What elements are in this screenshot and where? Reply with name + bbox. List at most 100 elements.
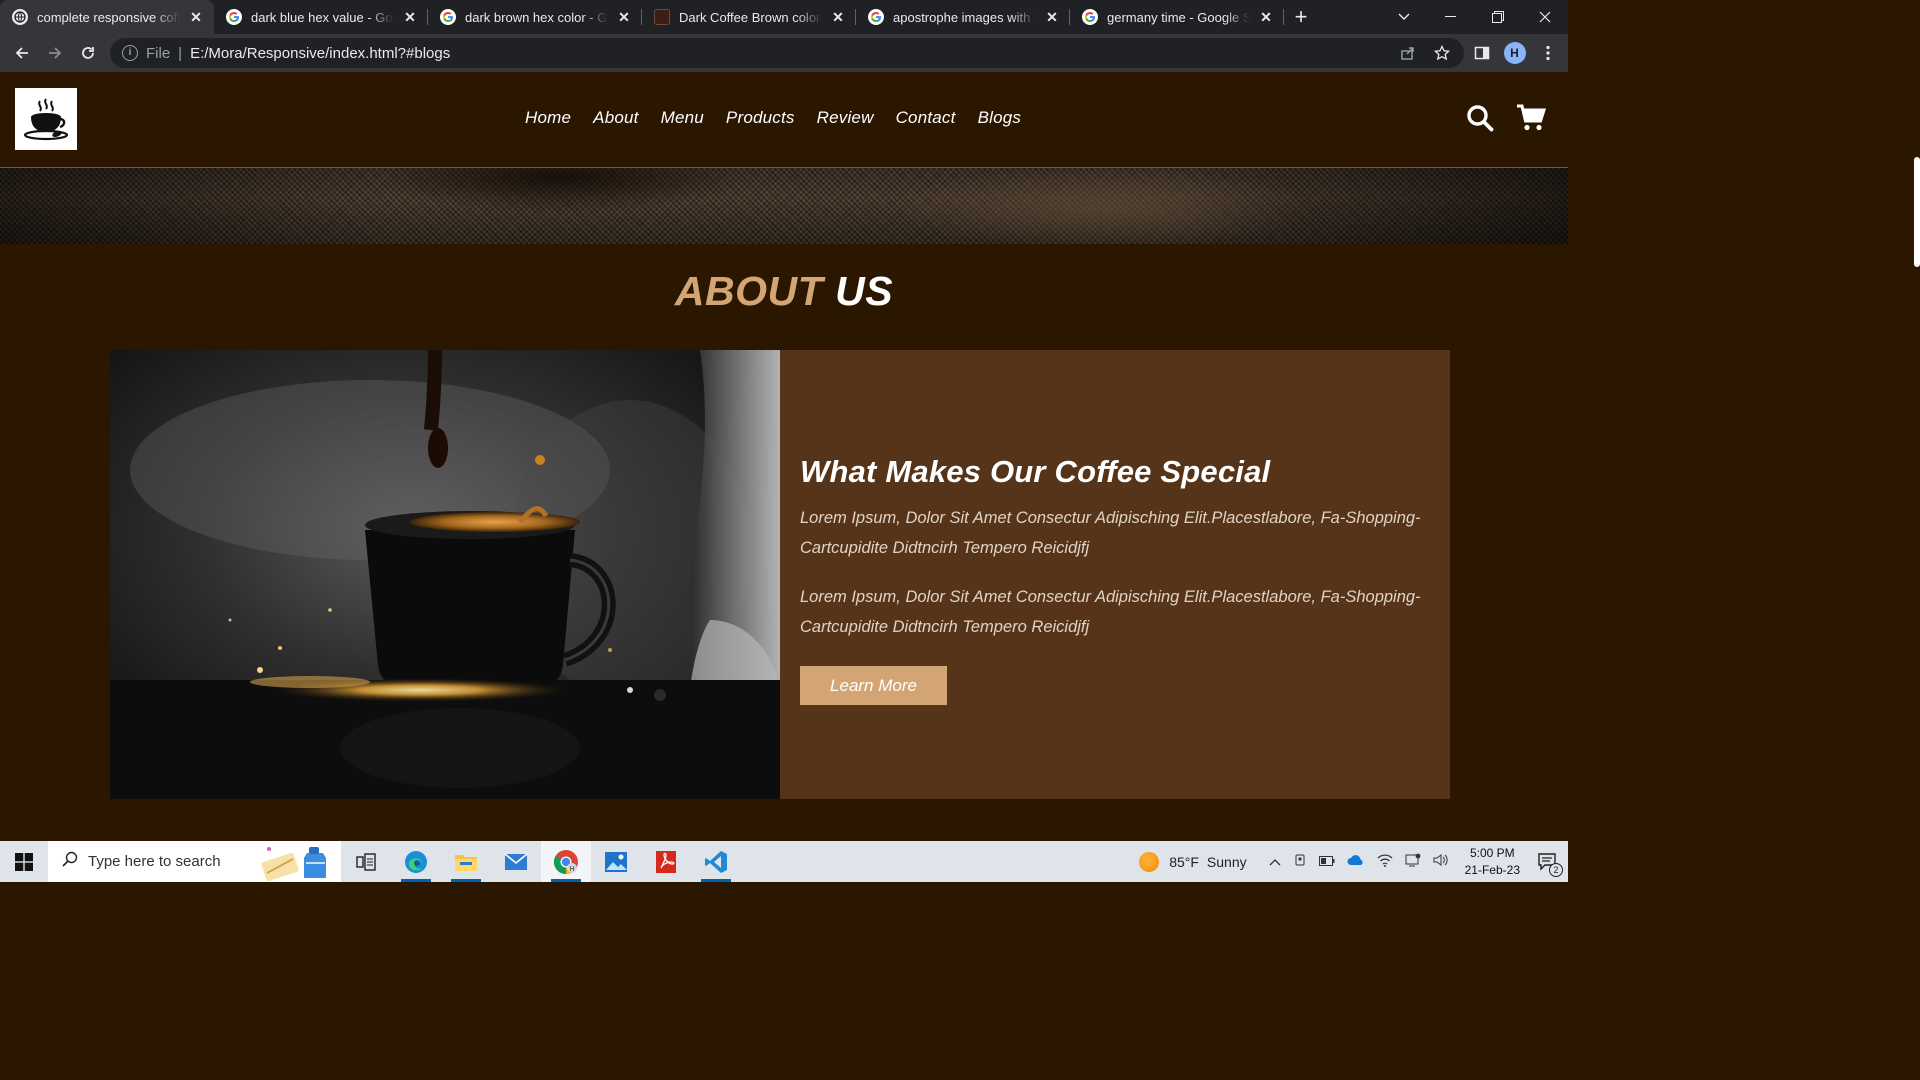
close-tab-icon[interactable]: ✕ (830, 9, 846, 25)
search-icon (62, 851, 78, 872)
about-content-panel: What Makes Our Coffee Special Lorem Ipsu… (780, 350, 1450, 799)
system-tray: 85°F Sunny 5:00 PM 21-Feb-23 2 (1139, 841, 1568, 882)
restore-button[interactable] (1474, 0, 1521, 34)
close-tab-icon[interactable]: ✕ (616, 9, 632, 25)
close-window-button[interactable] (1521, 0, 1568, 34)
address-bar[interactable]: i File | E:/Mora/Responsive/index.html?#… (110, 38, 1464, 68)
browser-tab-strip: complete responsive coffee ✕ dark blue h… (0, 0, 1568, 34)
weather-condition: Sunny (1206, 853, 1247, 870)
close-tab-icon[interactable]: ✕ (402, 9, 418, 25)
forward-button[interactable] (38, 37, 71, 70)
google-icon (226, 9, 242, 25)
section-title-accent: ABOUT (674, 268, 824, 314)
shopping-cart-icon[interactable] (1516, 104, 1547, 137)
nav-link-home[interactable]: Home (525, 108, 571, 128)
close-tab-icon[interactable]: ✕ (1044, 9, 1060, 25)
taskbar-clock[interactable]: 5:00 PM 21-Feb-23 (1465, 845, 1520, 879)
nav-link-review[interactable]: Review (817, 108, 874, 128)
tab-title: dark blue hex value - Google (251, 9, 394, 25)
about-paragraph: Lorem Ipsum, Dolor Sit Amet Consectur Ad… (800, 509, 1421, 557)
vscode-icon[interactable] (691, 841, 741, 882)
windows-taskbar: Type here to search H 85°F Sunny 5:00 PM… (0, 841, 1568, 882)
tab-title: apostrophe images with bu (893, 9, 1036, 25)
nav-link-contact[interactable]: Contact (896, 108, 956, 128)
info-icon[interactable]: i (122, 45, 138, 61)
about-paragraph: Lorem Ipsum, Dolor Sit Amet Consectur Ad… (800, 588, 1421, 636)
volume-icon[interactable] (1433, 853, 1449, 870)
hero-background-image (0, 168, 1568, 244)
notification-center-icon[interactable]: 2 (1532, 846, 1564, 878)
browser-tab[interactable]: dark blue hex value - Google ✕ (214, 0, 428, 34)
google-icon (868, 9, 884, 25)
tab-title: dark brown hex color - Google (465, 9, 608, 25)
mail-icon[interactable] (491, 841, 541, 882)
profile-button[interactable]: H (1498, 37, 1531, 70)
new-tab-button[interactable]: + (1284, 0, 1318, 34)
page-scrollbar[interactable] (1912, 72, 1920, 841)
nav-link-about[interactable]: About (593, 108, 638, 128)
browser-tab[interactable]: Dark Coffee Brown color hex ✕ (642, 0, 856, 34)
search-highlight-icon (259, 843, 337, 886)
about-section: What Makes Our Coffee Special Lorem Ipsu… (110, 350, 1450, 799)
file-explorer-icon[interactable] (441, 841, 491, 882)
task-view-icon[interactable] (341, 841, 391, 882)
browser-tab[interactable]: germany time - Google Sea ✕ (1070, 0, 1284, 34)
edge-icon[interactable] (391, 841, 441, 882)
photos-icon[interactable] (591, 841, 641, 882)
wifi-icon[interactable] (1377, 853, 1393, 870)
web-page: Home About Menu Products Review Contact … (0, 72, 1568, 841)
tab-title: germany time - Google Sea (1107, 9, 1250, 25)
svg-text:H: H (569, 866, 574, 873)
browser-tab[interactable]: apostrophe images with bu ✕ (856, 0, 1070, 34)
reload-button[interactable] (71, 37, 104, 70)
weather-widget[interactable]: 85°F Sunny (1139, 851, 1247, 872)
tab-search-chevron-icon[interactable] (1380, 0, 1427, 34)
meet-now-icon[interactable] (1293, 853, 1307, 870)
learn-more-button[interactable]: Learn More (800, 666, 947, 705)
notification-count-badge: 2 (1549, 862, 1563, 877)
acrobat-icon[interactable] (641, 841, 691, 882)
battery-icon[interactable] (1318, 854, 1335, 869)
minimize-button[interactable] (1427, 0, 1474, 34)
close-tab-icon[interactable]: ✕ (1258, 9, 1274, 25)
coffee-swatch-icon (654, 9, 670, 25)
onedrive-cloud-icon[interactable] (1347, 854, 1365, 869)
chevron-up-icon[interactable] (1269, 854, 1281, 869)
browser-tab[interactable]: dark brown hex color - Google ✕ (428, 0, 642, 34)
chrome-icon[interactable]: H (541, 841, 591, 882)
search-placeholder: Type here to search (88, 853, 221, 870)
back-button[interactable] (5, 37, 38, 70)
browser-tab[interactable]: complete responsive coffee ✕ (0, 0, 214, 34)
avatar: H (1503, 42, 1526, 64)
clock-time: 5:00 PM (1469, 845, 1515, 860)
tab-title: Dark Coffee Brown color hex (679, 9, 822, 25)
coffee-logo[interactable] (15, 88, 77, 150)
address-url[interactable]: E:/Mora/Responsive/index.html?#blogs (190, 45, 450, 62)
nav-link-menu[interactable]: Menu (661, 108, 704, 128)
google-icon (1082, 9, 1098, 25)
clock-date: 21-Feb-23 (1464, 862, 1520, 877)
main-navigation: Home About Menu Products Review Contact … (525, 108, 1043, 128)
windows-start-icon[interactable] (0, 841, 48, 882)
nav-link-products[interactable]: Products (726, 108, 795, 128)
network-device-icon[interactable] (1405, 853, 1421, 870)
site-header: Home About Menu Products Review Contact … (0, 72, 1568, 168)
address-scheme: File (146, 44, 171, 62)
close-tab-icon[interactable]: ✕ (188, 9, 204, 25)
about-heading: What Makes Our Coffee Special (800, 454, 1271, 489)
bookmark-star-icon[interactable] (1433, 44, 1451, 66)
taskbar-search-box[interactable]: Type here to search (48, 841, 341, 882)
side-panel-icon[interactable] (1465, 37, 1498, 70)
search-icon[interactable] (1466, 104, 1494, 137)
browser-toolbar: i File | E:/Mora/Responsive/index.html?#… (0, 34, 1568, 72)
globe-icon (12, 9, 28, 25)
google-icon (440, 9, 456, 25)
menu-kebab-icon[interactable] (1531, 37, 1564, 70)
nav-link-blogs[interactable]: Blogs (978, 108, 1022, 128)
weather-temperature: 85°F (1169, 853, 1199, 870)
section-title-rest: US (835, 268, 894, 314)
section-title: ABOUT US (0, 268, 1568, 315)
share-icon[interactable] (1400, 45, 1416, 66)
scrollbar-thumb[interactable] (1914, 157, 1920, 267)
sun-icon (1139, 851, 1160, 872)
